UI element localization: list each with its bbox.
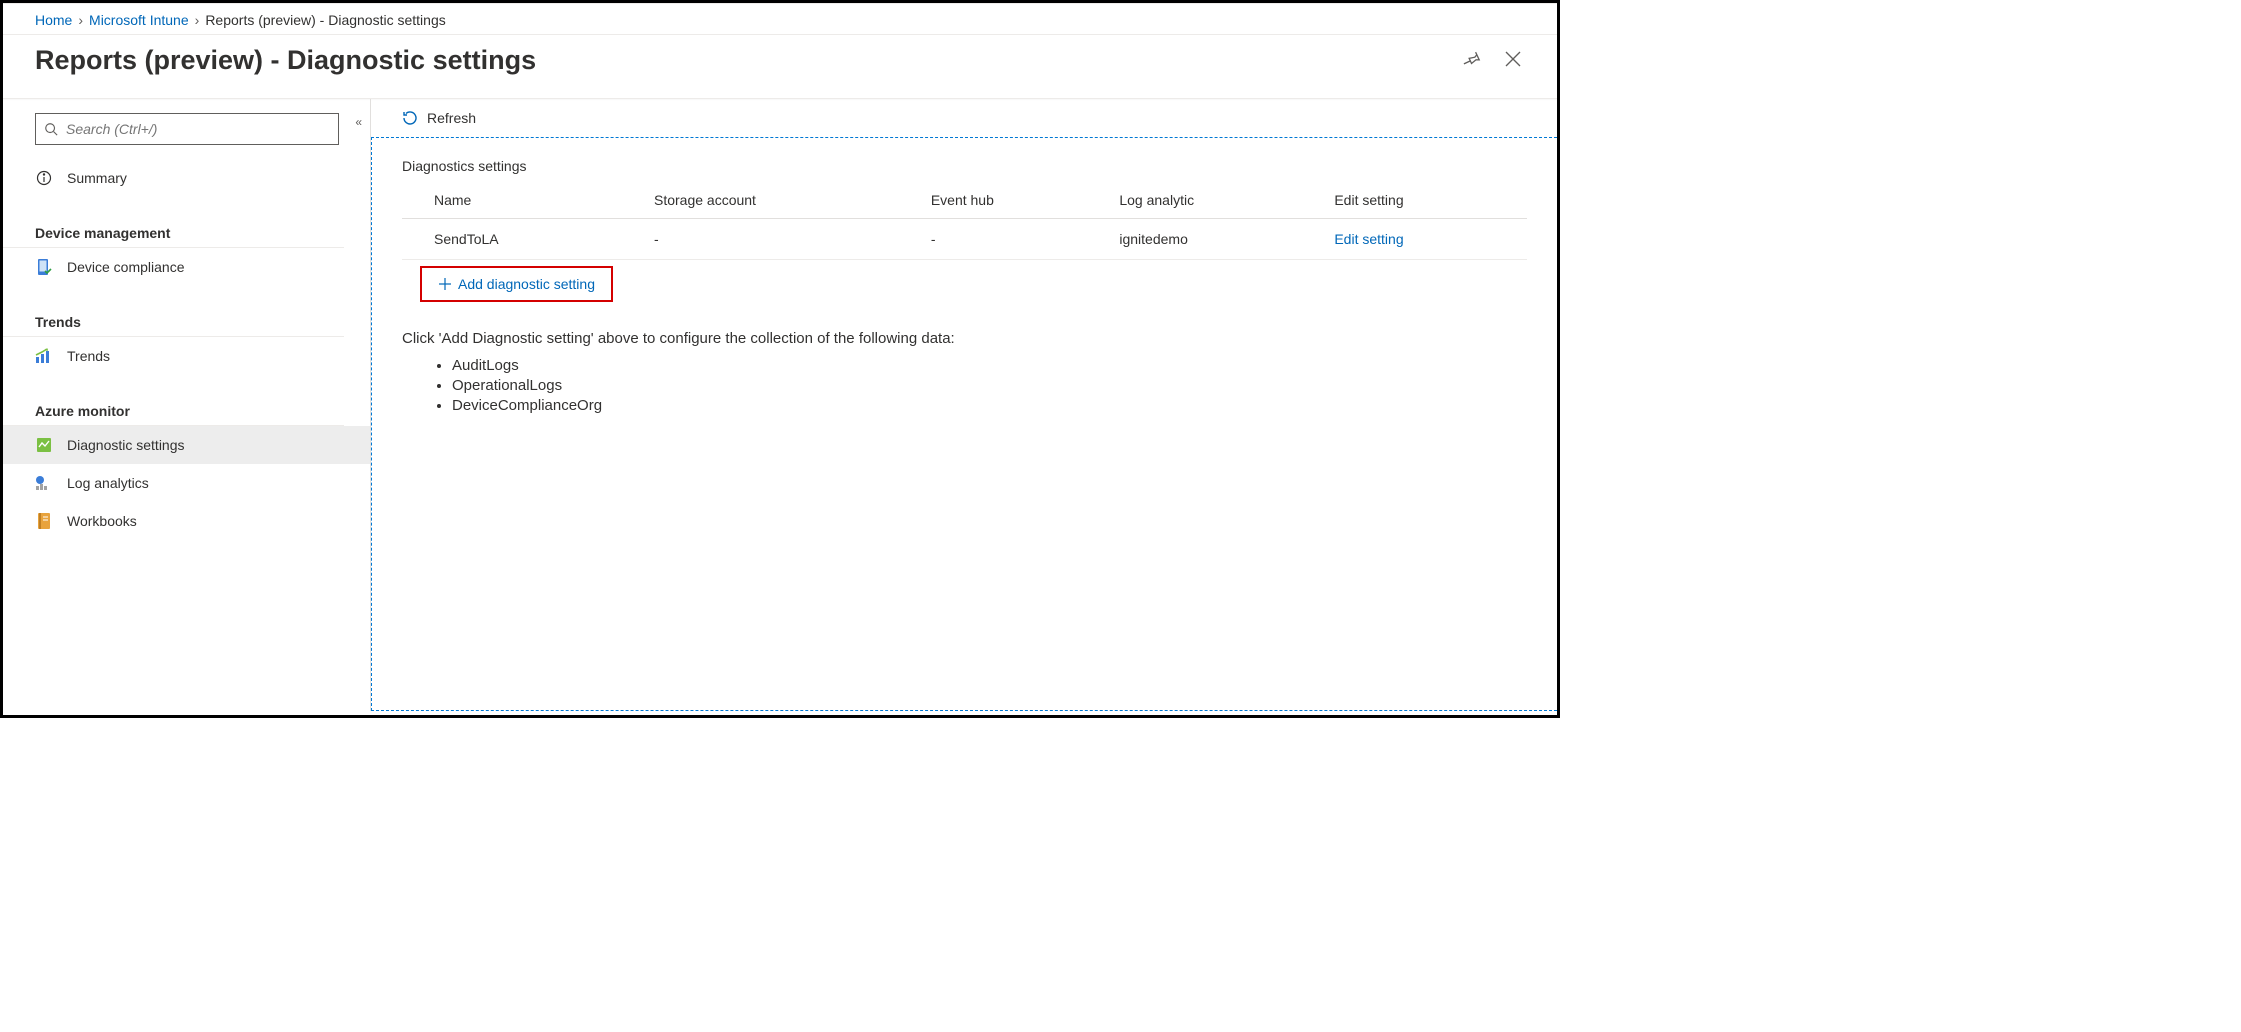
info-icon: [35, 169, 53, 187]
add-diagnostic-highlight: Add diagnostic setting: [420, 266, 613, 302]
search-input[interactable]: [66, 121, 330, 137]
page-header: Reports (preview) - Diagnostic settings: [3, 35, 1557, 99]
search-box[interactable]: [35, 113, 339, 145]
cell-name: SendToLA: [402, 219, 644, 260]
sidebar-heading-device-management: Device management: [3, 219, 344, 248]
sidebar-item-label: Trends: [67, 348, 110, 364]
close-icon: [1503, 49, 1523, 69]
device-compliance-icon: [35, 258, 53, 276]
edit-setting-link[interactable]: Edit setting: [1334, 231, 1403, 247]
table-row: SendToLA - - ignitedemo Edit setting: [402, 219, 1527, 260]
sidebar-heading-azure-monitor: Azure monitor: [3, 397, 344, 426]
add-diagnostic-label: Add diagnostic setting: [458, 276, 595, 292]
sidebar: « Summary Device management: [3, 99, 371, 711]
workbooks-icon: [35, 512, 53, 530]
sidebar-item-diagnostic-settings[interactable]: Diagnostic settings: [3, 426, 370, 464]
sidebar-item-label: Summary: [67, 170, 127, 186]
sidebar-item-label: Log analytics: [67, 475, 149, 491]
sidebar-item-device-compliance[interactable]: Device compliance: [3, 248, 370, 286]
col-edit: Edit setting: [1324, 184, 1527, 219]
sidebar-item-trends[interactable]: Trends: [3, 337, 370, 375]
cell-eventhub: -: [921, 219, 1110, 260]
breadcrumb-intune[interactable]: Microsoft Intune: [89, 12, 189, 28]
add-diagnostic-button[interactable]: Add diagnostic setting: [428, 270, 605, 298]
sidebar-item-label: Workbooks: [67, 513, 137, 529]
refresh-label: Refresh: [427, 110, 476, 126]
sidebar-heading-trends: Trends: [3, 308, 344, 337]
diagnostic-icon: [35, 436, 53, 454]
trends-icon: [35, 347, 53, 365]
breadcrumb-current: Reports (preview) - Diagnostic settings: [205, 12, 445, 28]
sidebar-item-workbooks[interactable]: Workbooks: [3, 502, 370, 540]
command-bar: Refresh: [371, 99, 1557, 137]
refresh-icon: [401, 109, 419, 127]
sidebar-item-label: Diagnostic settings: [67, 437, 185, 453]
breadcrumb: Home › Microsoft Intune › Reports (previ…: [3, 3, 1557, 35]
hint-item: DeviceComplianceOrg: [452, 397, 1527, 414]
content-frame: Diagnostics settings Name Storage accoun…: [371, 137, 1557, 711]
breadcrumb-home[interactable]: Home: [35, 12, 72, 28]
log-analytics-icon: [35, 474, 53, 492]
table-header-row: Name Storage account Event hub Log analy…: [402, 184, 1527, 219]
cell-storage: -: [644, 219, 921, 260]
hint-item: OperationalLogs: [452, 377, 1527, 394]
page-title: Reports (preview) - Diagnostic settings: [35, 45, 536, 76]
sidebar-item-summary[interactable]: Summary: [3, 159, 370, 197]
hint-item: AuditLogs: [452, 357, 1527, 374]
refresh-button[interactable]: Refresh: [401, 109, 476, 127]
section-label: Diagnostics settings: [402, 158, 1527, 174]
plus-icon: [438, 277, 452, 291]
cell-loganalytic: ignitedemo: [1109, 219, 1324, 260]
search-icon: [44, 122, 58, 136]
pin-button[interactable]: [1459, 47, 1483, 74]
main-content: Refresh Diagnostics settings Name Storag…: [371, 99, 1557, 711]
hint-block: Click 'Add Diagnostic setting' above to …: [402, 330, 1527, 414]
diagnostics-table: Name Storage account Event hub Log analy…: [402, 184, 1527, 260]
collapse-sidebar-icon[interactable]: «: [355, 115, 362, 129]
sidebar-item-label: Device compliance: [67, 259, 185, 275]
pin-icon: [1461, 49, 1481, 69]
col-eventhub: Event hub: [921, 184, 1110, 219]
col-name: Name: [402, 184, 644, 219]
hint-text: Click 'Add Diagnostic setting' above to …: [402, 330, 1527, 347]
col-storage: Storage account: [644, 184, 921, 219]
chevron-right-icon: ›: [195, 12, 200, 28]
chevron-right-icon: ›: [78, 12, 83, 28]
sidebar-item-log-analytics[interactable]: Log analytics: [3, 464, 370, 502]
col-loganalytic: Log analytic: [1109, 184, 1324, 219]
close-button[interactable]: [1501, 47, 1525, 74]
